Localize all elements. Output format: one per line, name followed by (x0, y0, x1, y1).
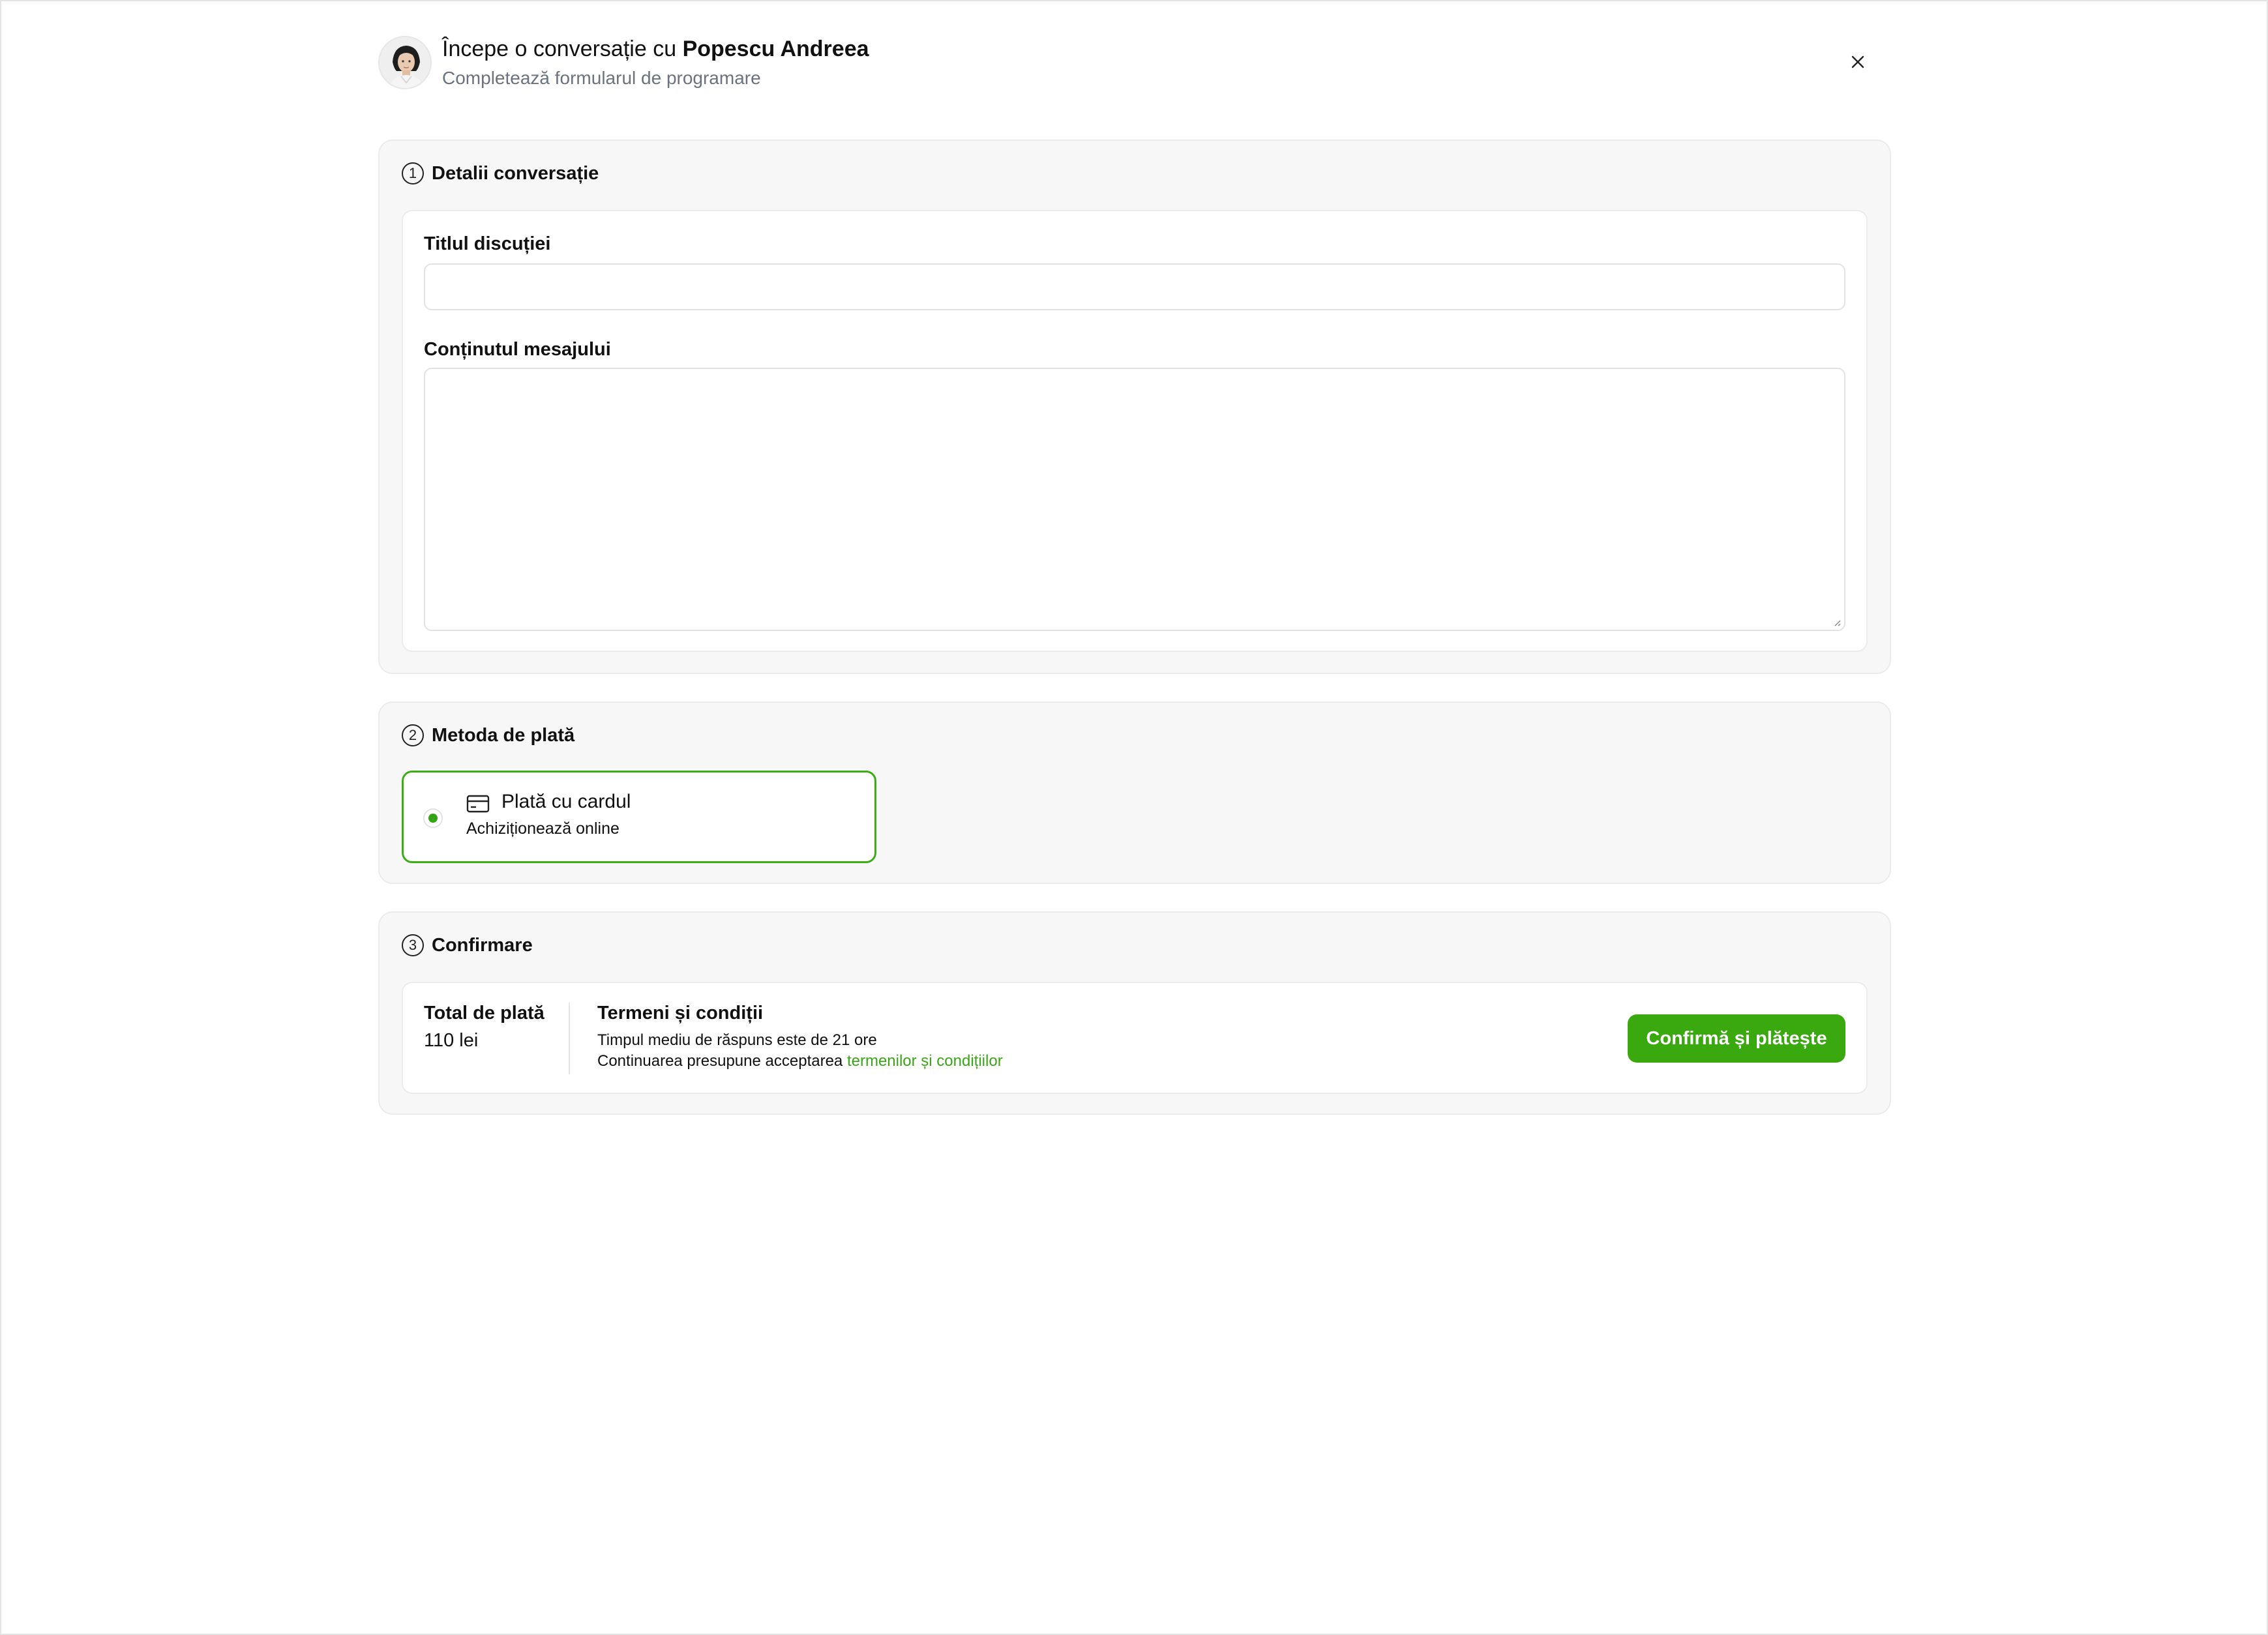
section-header: 3 Confirmare (402, 932, 533, 958)
close-icon (1851, 55, 1864, 68)
resize-grip-icon[interactable] (1831, 617, 1842, 627)
section-conversation-details: 1 Detalii conversație Titlul discuției C… (378, 140, 1891, 674)
total-value: 110 lei (424, 1030, 479, 1051)
payment-option-title: Plată cu cardul (501, 791, 631, 812)
page-title: Începe o conversație cu Popescu Andreea (442, 34, 869, 64)
payment-option-card[interactable]: Plată cu cardul Achiziționează online (402, 771, 876, 863)
section-header: 2 Metoda de plată (402, 722, 574, 748)
total-label: Total de plată (424, 1003, 545, 1024)
confirmation-panel: Total de plată 110 lei Termeni și condiț… (402, 982, 1868, 1094)
step-number: 3 (402, 934, 424, 956)
title-prefix: Începe o conversație cu (442, 37, 683, 61)
terms-title: Termeni și condiții (597, 1003, 764, 1024)
avatar (378, 36, 432, 89)
step-number: 2 (402, 724, 424, 746)
step-number: 1 (402, 162, 424, 184)
section-title: Detalii conversație (432, 162, 599, 184)
payment-radio[interactable] (423, 808, 443, 828)
radio-selected-dot (428, 814, 438, 823)
section-payment-method: 2 Metoda de plată Plată cu cardul Achizi… (378, 701, 1891, 884)
response-time-text: Timpul mediu de răspuns este de 21 ore (597, 1031, 877, 1049)
terms-prefix: Continuarea presupune acceptarea (597, 1052, 847, 1070)
terms-acceptance-text: Continuarea presupune acceptarea termeni… (597, 1052, 1003, 1070)
terms-link[interactable]: termenilor și condițiilor (847, 1052, 1003, 1070)
payment-option-subtitle: Achiziționează online (466, 819, 619, 838)
confirm-pay-button[interactable]: Confirmă și plătește (1628, 1014, 1845, 1063)
modal-header: Începe o conversație cu Popescu Andreea … (378, 34, 1891, 93)
section-title: Confirmare (432, 934, 533, 956)
divider (569, 1003, 570, 1074)
credit-card-icon (466, 795, 490, 813)
page-subtitle: Completează formularul de programare (442, 68, 761, 88)
conversation-form: Titlul discuției Conținutul mesajului (402, 210, 1868, 652)
message-textarea[interactable] (424, 368, 1845, 631)
message-field-label: Conținutul mesajului (424, 339, 611, 360)
expert-name: Popescu Andreea (682, 37, 869, 61)
section-title: Metoda de plată (432, 724, 575, 746)
title-input[interactable] (424, 263, 1845, 310)
modal-window: Începe o conversație cu Popescu Andreea … (0, 0, 2268, 1635)
section-header: 1 Detalii conversație (402, 160, 599, 186)
title-field-label: Titlul discuției (424, 233, 551, 254)
section-confirmation: 3 Confirmare Total de plată 110 lei Term… (378, 911, 1891, 1115)
close-button[interactable] (1844, 48, 1872, 76)
